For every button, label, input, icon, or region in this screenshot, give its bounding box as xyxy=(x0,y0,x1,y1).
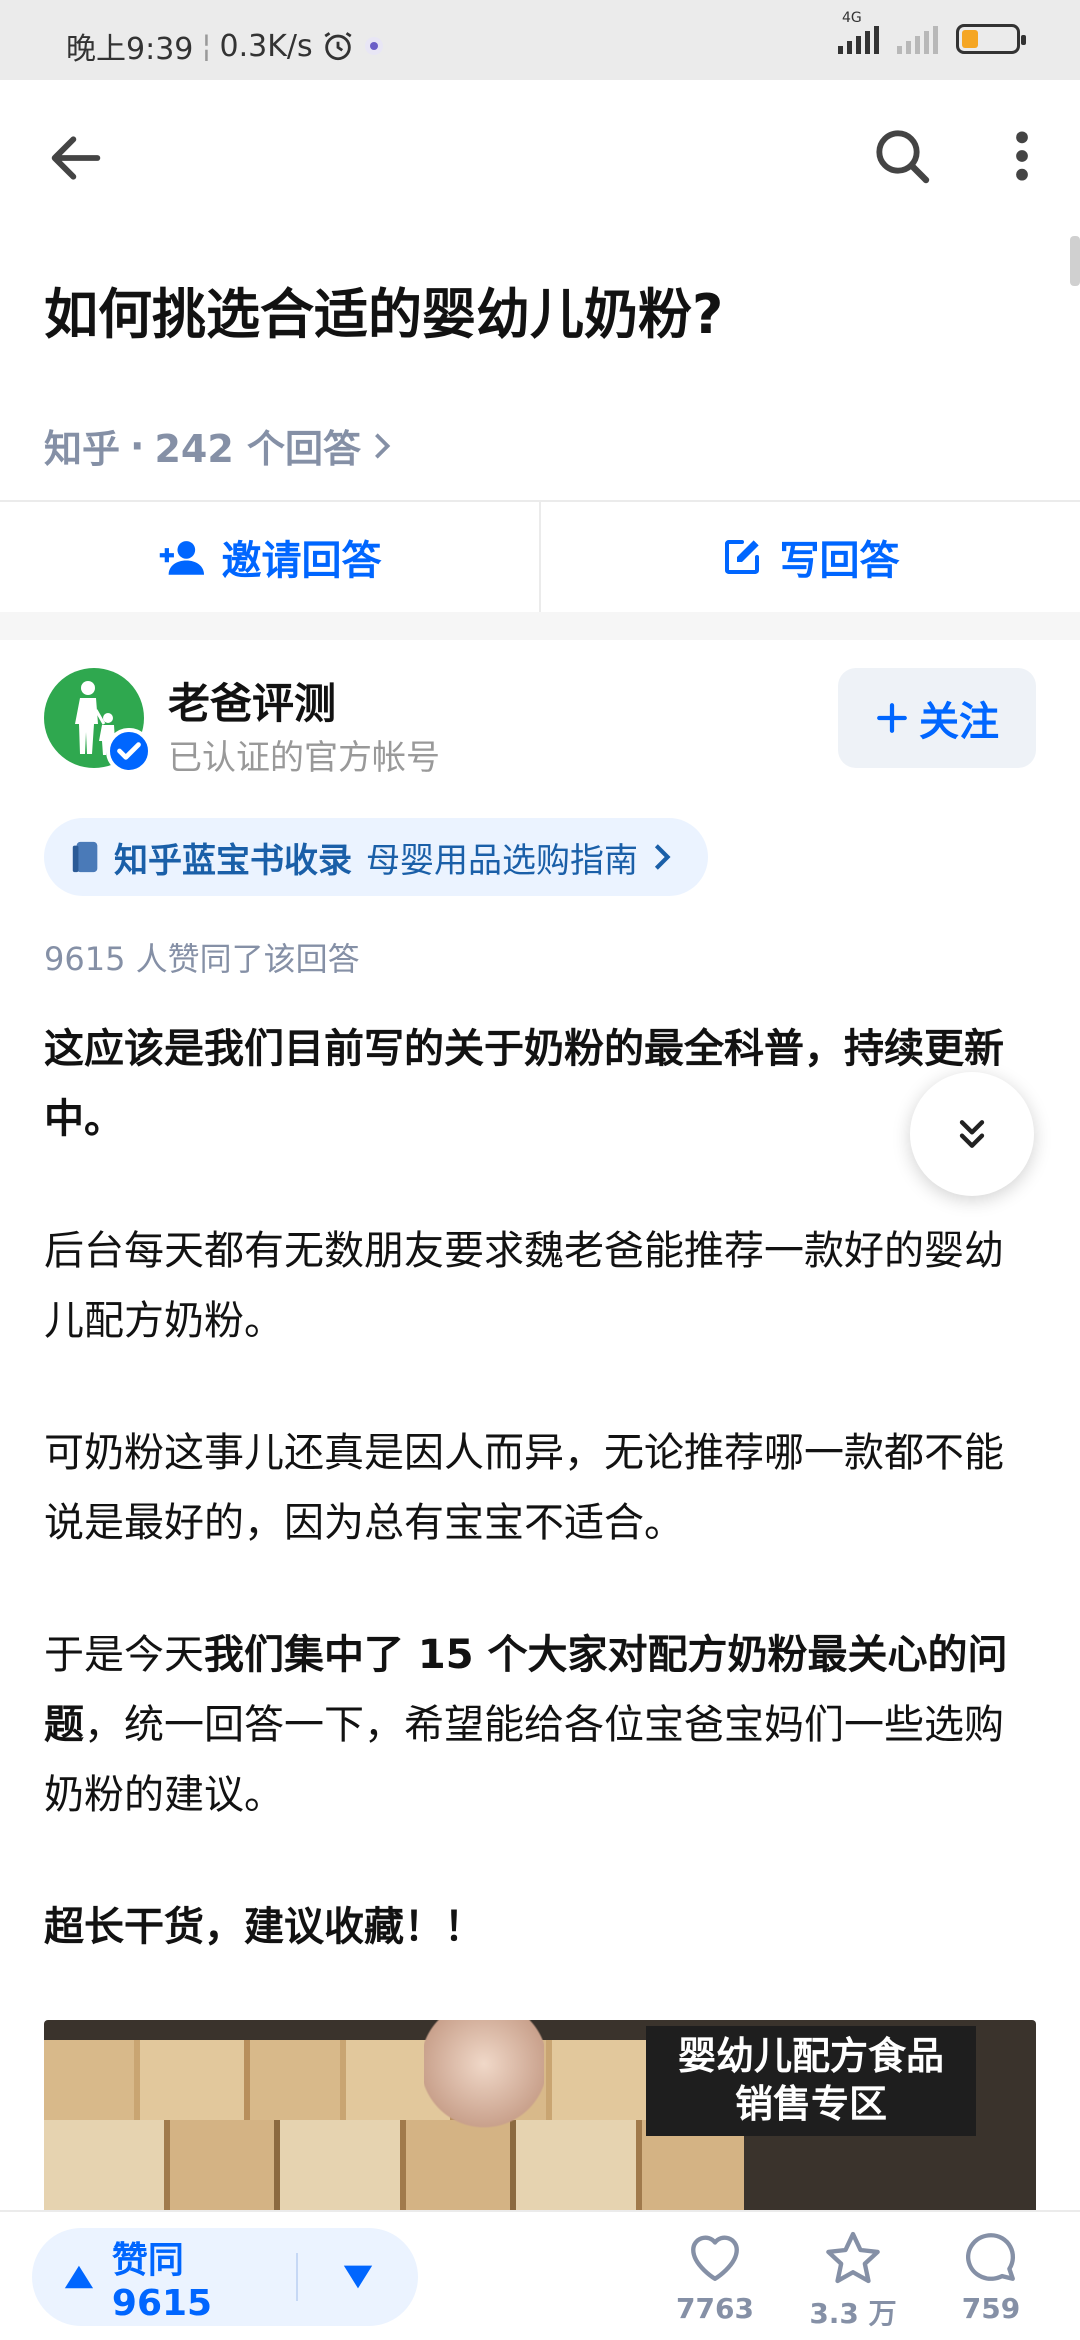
like-button[interactable]: 7763 xyxy=(660,2230,770,2325)
question-meta[interactable]: 知乎 · 242 个回答 xyxy=(44,418,393,473)
plus-icon xyxy=(877,703,907,733)
answer-paragraph: 超长干货，建议收藏！！ xyxy=(44,1892,1036,1962)
product-poster xyxy=(424,2020,544,2130)
triangle-down-icon xyxy=(343,2265,373,2289)
answer-paragraph: 于是今天我们集中了 15 个大家对配方奶粉最关心的问题，统一回答一下，希望能给各… xyxy=(44,1620,1036,1830)
chevron-right-icon xyxy=(375,432,391,459)
search-icon xyxy=(876,130,930,184)
write-answer-label: 写回答 xyxy=(779,538,900,584)
author-description: 已认证的官方帐号 xyxy=(168,738,440,778)
signal-weak-icon xyxy=(897,24,938,54)
votes-count-line: 9615 人赞同了该回答 xyxy=(44,940,360,978)
status-right: 4G xyxy=(838,10,1026,54)
answer-image[interactable]: 婴幼儿配方食品 销售专区 xyxy=(44,2020,1036,2220)
section-gap xyxy=(0,612,1080,640)
store-sign: 婴幼儿配方食品 销售专区 xyxy=(646,2026,976,2136)
status-left: 晚上9:39 ¦ 0.3K/s xyxy=(66,24,385,68)
favorite-count: 3.3 万 xyxy=(809,2297,897,2330)
answer-paragraph: 这应该是我们目前写的关于奶粉的最全科普，持续更新中。 xyxy=(44,1014,1036,1154)
downvote-button[interactable] xyxy=(298,2262,418,2292)
arrow-left-icon xyxy=(51,136,101,180)
upvote-label: 赞同 9615 xyxy=(111,2239,213,2324)
status-time: 晚上9:39 xyxy=(66,32,194,67)
bluebook-title: 母婴用品选购指南 xyxy=(366,840,638,881)
verified-badge xyxy=(106,728,152,774)
answer-content: 这应该是我们目前写的关于奶粉的最全科普，持续更新中。 后台每天都有无数朋友要求魏… xyxy=(44,1014,1036,2024)
edit-icon xyxy=(724,540,759,574)
status-net-speed: 0.3K/s xyxy=(219,28,313,64)
follow-label: 关注 xyxy=(919,699,999,745)
heart-icon xyxy=(691,2235,739,2281)
scrollbar[interactable] xyxy=(1070,236,1080,286)
shelf-boxes-lower xyxy=(44,2120,744,2220)
search-button[interactable] xyxy=(870,124,934,188)
invite-answer-button[interactable]: 邀请回答 xyxy=(0,502,539,612)
top-bar xyxy=(0,80,1080,230)
answer-count: 242 个回答 xyxy=(154,427,362,471)
answer-text: ，统一回答一下，希望能给各位宝爸宝妈们一些选购奶粉的建议。 xyxy=(44,1702,1004,1818)
double-chevron-down-icon xyxy=(959,1120,985,1148)
favorite-button[interactable]: 3.3 万 xyxy=(798,2230,908,2332)
sign-line-2: 销售专区 xyxy=(734,2082,887,2126)
more-button[interactable] xyxy=(1000,124,1044,188)
network-type: 4G xyxy=(842,10,862,26)
add-user-icon xyxy=(159,541,204,575)
comment-count: 759 xyxy=(961,2292,1021,2325)
check-icon xyxy=(117,742,141,760)
question-actions: 邀请回答 写回答 xyxy=(0,500,1080,612)
alarm-icon xyxy=(324,32,352,61)
sign-line-1: 婴幼儿配方食品 xyxy=(677,2034,944,2078)
scroll-down-button[interactable] xyxy=(910,1072,1034,1196)
author-name[interactable]: 老爸评测 xyxy=(168,670,336,731)
write-answer-button[interactable]: 写回答 xyxy=(541,502,1080,612)
question-source: 知乎 xyxy=(44,427,121,471)
bottom-bar: 赞同 9615 7763 3.3 万 759 xyxy=(0,2210,1080,2340)
bluebook-tag[interactable]: 知乎蓝宝书收录 母婴用品选购指南 xyxy=(44,818,708,896)
comment-button[interactable]: 759 xyxy=(936,2230,1046,2325)
battery-icon xyxy=(956,24,1026,54)
upvote-button[interactable]: 赞同 9615 xyxy=(32,2231,296,2324)
answer-text: 于是今天 xyxy=(44,1632,204,1678)
star-icon xyxy=(826,2231,880,2284)
signal-icon xyxy=(838,24,879,54)
answer-intro-bold: 这应该是我们目前写的关于奶粉的最全科普，持续更新中。 xyxy=(44,1026,1004,1142)
status-separator: ¦ xyxy=(201,28,212,64)
status-bar: 晚上9:39 ¦ 0.3K/s 4G xyxy=(0,0,1080,80)
vote-pill: 赞同 9615 xyxy=(32,2228,418,2326)
like-count: 7763 xyxy=(676,2292,754,2325)
answer-paragraph: 后台每天都有无数朋友要求魏老爸能推荐一款好的婴幼儿配方奶粉。 xyxy=(44,1228,1004,1344)
notification-app-icon xyxy=(364,37,383,55)
triangle-up-icon xyxy=(64,2265,94,2289)
invite-answer-label: 邀请回答 xyxy=(221,538,382,584)
comment-icon xyxy=(965,2233,1015,2281)
chevron-right-icon xyxy=(654,844,671,870)
answer-paragraph: 可奶粉这事儿还真是因人而异，无论推荐哪一款都不能说是最好的，因为总有宝宝不适合。 xyxy=(44,1430,1004,1546)
more-vertical-icon xyxy=(1016,131,1028,181)
question-title[interactable]: 如何挑选合适的婴幼儿奶粉? xyxy=(44,270,723,349)
follow-button[interactable]: 关注 xyxy=(838,668,1036,768)
bluebook-brand: 知乎蓝宝书收录 xyxy=(114,840,352,881)
battery-fill xyxy=(962,30,978,48)
back-button[interactable] xyxy=(44,126,108,190)
answer-bold-note: 超长干货，建议收藏！！ xyxy=(44,1904,484,1950)
book-icon xyxy=(72,841,98,873)
meta-separator: · xyxy=(130,423,145,468)
